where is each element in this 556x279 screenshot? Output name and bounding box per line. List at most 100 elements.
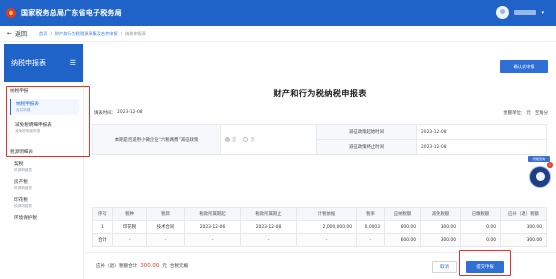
back-button[interactable]: ← 返回 bbox=[7, 29, 27, 38]
breadcrumb-home[interactable]: 首页 bbox=[39, 31, 47, 37]
col-header: 已缴税额 bbox=[460, 207, 501, 221]
col-header: 税率 bbox=[356, 207, 385, 221]
table-cell: - bbox=[356, 233, 385, 247]
table-cell: - bbox=[112, 233, 147, 247]
smart-assistant-widget[interactable]: 智能咨询 1 bbox=[528, 156, 553, 196]
sidebar-item-property-tax[interactable]: 房产税 税源明细表 bbox=[14, 179, 79, 191]
sidebar-group-declaration: 纳税申报 bbox=[10, 89, 29, 94]
breadcrumb-separator: / bbox=[50, 31, 52, 36]
fill-date-value: 2023-12-08 bbox=[117, 110, 143, 115]
user-avatar-icon[interactable] bbox=[496, 6, 510, 19]
radio-icon bbox=[243, 137, 249, 142]
sidebar-item-environmental-tax[interactable]: 环境保护税 bbox=[14, 215, 79, 221]
policy-radio-no[interactable]: 否 bbox=[243, 137, 255, 143]
form-title: 财产和行为税纳税申报表 bbox=[273, 88, 367, 98]
table-cell: 印花税 bbox=[112, 220, 147, 234]
bottom-action-bar: 应补（退）税额合计 300.00 元 合税元概 取消 提交申报 bbox=[84, 252, 556, 279]
sidebar-item-exemption-detail[interactable]: 减免税明细申报表 减免税明细申报 bbox=[10, 120, 79, 136]
tax-due-amount: 300.00 bbox=[140, 263, 160, 269]
menu-icon[interactable]: ☰ bbox=[70, 59, 76, 67]
amount-unit-value: 元 bbox=[526, 111, 531, 116]
col-header: 应补（退）税额 bbox=[500, 207, 547, 221]
sidebar-item-label: 环境保护税 bbox=[14, 216, 37, 221]
table-cell: 0.0003 bbox=[356, 220, 385, 234]
table-cell: 300.00 bbox=[500, 233, 547, 247]
policy-label: 本期是否适用小微企业“六税两费”减征政策 bbox=[92, 124, 221, 155]
table-cell: 2023-12-08 bbox=[240, 220, 297, 234]
tax-due-unit: 元 bbox=[162, 264, 167, 269]
col-header: 序号 bbox=[92, 207, 113, 221]
sidebar-item-label: 契税 bbox=[14, 162, 24, 167]
breadcrumb-bar: ← 返回 首页 / 财产和行为税税源采集及合并申报 / 纳税申报表 bbox=[0, 26, 556, 42]
table-cell: - bbox=[146, 233, 185, 247]
col-header: 应纳税额 bbox=[384, 207, 421, 221]
sidebar-item-tax-return[interactable]: 纳税申报表 合并申报 bbox=[10, 99, 79, 115]
table-cell: 0.00 bbox=[460, 220, 501, 234]
user-name-redacted[interactable] bbox=[514, 10, 537, 15]
tax-due-summary: 应补（退）税额合计 300.00 元 合税元概 bbox=[96, 263, 188, 269]
notification-badge: 1 bbox=[547, 162, 553, 168]
table-cell: 300.00 bbox=[420, 220, 461, 234]
table-cell: 0.00 bbox=[460, 233, 501, 247]
amount-unit: 金额单位: 元 至角分 bbox=[503, 110, 548, 116]
sidebar-header: 纳税申报表 ☰ bbox=[4, 44, 83, 82]
table-cell: - bbox=[184, 233, 241, 247]
amount-unit-label: 金额单位: bbox=[503, 111, 523, 116]
chevron-down-icon[interactable]: ▾ bbox=[541, 10, 544, 16]
sidebar-item-sub: 税源明细表 bbox=[14, 168, 32, 172]
col-header: 税目 bbox=[146, 207, 185, 221]
cancel-button[interactable]: 取消 bbox=[432, 261, 457, 273]
breadcrumb-merge-declaration[interactable]: 财产和行为税税源采集及合并申报 bbox=[55, 31, 118, 37]
policy-start-value: 2023-12-08 bbox=[416, 124, 547, 140]
sidebar-item-label: 印花税 bbox=[14, 198, 28, 203]
sidebar-item-label: 房产税 bbox=[14, 180, 28, 185]
table-cell: 600.00 bbox=[384, 220, 421, 234]
sidebar-item-label: 纳税申报表 bbox=[16, 102, 39, 107]
submit-declaration-button[interactable]: 提交申报 bbox=[466, 261, 504, 273]
table-cell: 2,000,000.00 bbox=[296, 220, 357, 234]
sidebar-item-stamp-tax[interactable]: 印花税 税源明细表 bbox=[14, 197, 79, 209]
tax-due-explain: 合税元概 bbox=[169, 264, 189, 269]
top-header: 国家税务总局广东省电子税务局 ▾ bbox=[0, 0, 556, 26]
policy-end-label: 减征政策终止时间 bbox=[316, 139, 417, 155]
sidebar-item-deed-tax[interactable]: 契税 税源明细表 bbox=[14, 161, 79, 173]
col-header: 计税依据 bbox=[296, 207, 357, 221]
tax-due-label: 应补（退）税额合计 bbox=[96, 264, 138, 269]
sidebar-group-tax-source: 税源明细表 bbox=[10, 150, 33, 155]
sidebar-item-sub: 税源明细表 bbox=[14, 186, 32, 190]
table-cell: 300.00 bbox=[500, 220, 547, 234]
assistant-avatar-icon[interactable] bbox=[529, 166, 551, 188]
table-cell: 技术合同 bbox=[146, 220, 185, 234]
tax-detail-table: 序号 税种 税目 税款所属期起 税款所属期止 计税依据 税率 应纳税额 减免税额… bbox=[92, 207, 547, 247]
col-header: 税种 bbox=[112, 207, 147, 221]
fill-date-label: 填表时间: bbox=[94, 111, 114, 116]
policy-start-label: 减征政策起始时间 bbox=[316, 124, 417, 140]
user-menu[interactable]: ▾ bbox=[496, 6, 544, 19]
confirm-declaration-button[interactable]: 确认式申报 bbox=[500, 60, 548, 73]
assistant-tag[interactable]: 智能咨询 bbox=[528, 156, 550, 162]
radio-icon bbox=[225, 137, 230, 142]
sidebar-item-sub: 税源明细表 bbox=[14, 204, 32, 208]
sidebar-item-label: 减免税明细申报表 bbox=[15, 123, 52, 128]
back-label: 返回 bbox=[15, 31, 28, 38]
table-cell: 300.00 bbox=[420, 233, 461, 247]
policy-radio-yes[interactable]: 是 bbox=[225, 137, 236, 143]
col-header: 减免税额 bbox=[420, 207, 461, 221]
table-cell: 2023-12-06 bbox=[184, 220, 241, 234]
table-header-row: 序号 税种 税目 税款所属期起 税款所属期止 计税依据 税率 应纳税额 减免税额… bbox=[92, 207, 547, 221]
table-row: 1 印花税 技术合同 2023-12-06 2023-12-08 2,000,0… bbox=[92, 220, 547, 234]
arrow-left-icon: ← bbox=[7, 30, 13, 37]
table-cell: 合计 bbox=[92, 233, 113, 247]
tax-emblem-icon bbox=[6, 8, 16, 18]
table-cell: 1 bbox=[92, 220, 113, 234]
table-cell: - bbox=[296, 233, 357, 247]
policy-info-table: 本期是否适用小微企业“六税两费”减征政策 是 否 减征政策起始时间 2023-1… bbox=[92, 124, 547, 155]
sidebar-item-sub: 合并申报 bbox=[16, 108, 31, 112]
table-cell: - bbox=[240, 233, 297, 247]
app-title: 国家税务总局广东省电子税务局 bbox=[21, 9, 122, 17]
policy-radio-cell: 是 否 bbox=[220, 124, 317, 155]
fill-date: 填表时间: 2023-12-08 bbox=[94, 110, 143, 116]
breadcrumb: 首页 / 财产和行为税税源采集及合并申报 / 纳税申报表 bbox=[39, 31, 146, 37]
sidebar-item-sub: 减免税明细申报 bbox=[15, 129, 41, 133]
sidebar-title: 纳税申报表 bbox=[11, 59, 46, 67]
